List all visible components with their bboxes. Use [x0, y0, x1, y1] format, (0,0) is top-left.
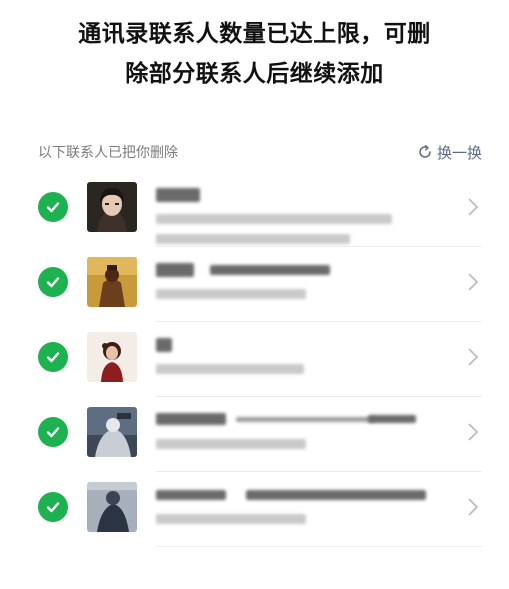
- chevron-right-icon: [467, 197, 479, 217]
- contact-name: [236, 417, 376, 422]
- contact-row[interactable]: [0, 247, 509, 322]
- contact-name: [156, 338, 172, 352]
- avatar: [87, 257, 137, 307]
- contact-name: [368, 415, 416, 423]
- contact-row[interactable]: [0, 172, 509, 247]
- list-header: 以下联系人已把你删除 换一换: [38, 140, 482, 164]
- contact-detail: [156, 289, 306, 299]
- check-icon[interactable]: [38, 492, 68, 522]
- contact-row[interactable]: [0, 472, 509, 547]
- contact-name: [156, 490, 226, 500]
- contact-name: [246, 490, 426, 500]
- chevron-right-icon: [467, 422, 479, 442]
- divider: [156, 546, 482, 547]
- check-icon[interactable]: [38, 267, 68, 297]
- chevron-right-icon: [467, 497, 479, 517]
- check-icon[interactable]: [38, 192, 68, 222]
- contact-name: [156, 413, 226, 425]
- avatar: [87, 182, 137, 232]
- title-line-1: 通讯录联系人数量已达上限，可删: [78, 21, 431, 47]
- refresh-label: 换一换: [436, 143, 482, 162]
- contact-row[interactable]: [0, 322, 509, 397]
- chevron-right-icon: [467, 347, 479, 367]
- contact-detail: [156, 364, 304, 374]
- refresh-button[interactable]: 换一换: [417, 142, 482, 163]
- avatar: [87, 407, 137, 457]
- refresh-icon: [417, 144, 433, 160]
- check-icon[interactable]: [38, 417, 68, 447]
- check-icon[interactable]: [38, 342, 68, 372]
- contact-name: [156, 188, 200, 202]
- contact-detail: [156, 234, 350, 244]
- contact-row[interactable]: [0, 397, 509, 472]
- deleted-by-label: 以下联系人已把你删除: [38, 145, 178, 161]
- chevron-right-icon: [467, 272, 479, 292]
- avatar: [87, 332, 137, 382]
- contact-list: [0, 172, 509, 547]
- contact-detail: [156, 214, 392, 224]
- title-line-2: 除部分联系人后继续添加: [125, 61, 384, 87]
- page-title: 通讯录联系人数量已达上限，可删 除部分联系人后继续添加: [0, 14, 509, 94]
- avatar: [87, 482, 137, 532]
- contact-detail: [156, 439, 306, 449]
- contact-name: [210, 265, 330, 275]
- contact-name: [156, 263, 194, 277]
- contact-detail: [156, 514, 306, 524]
